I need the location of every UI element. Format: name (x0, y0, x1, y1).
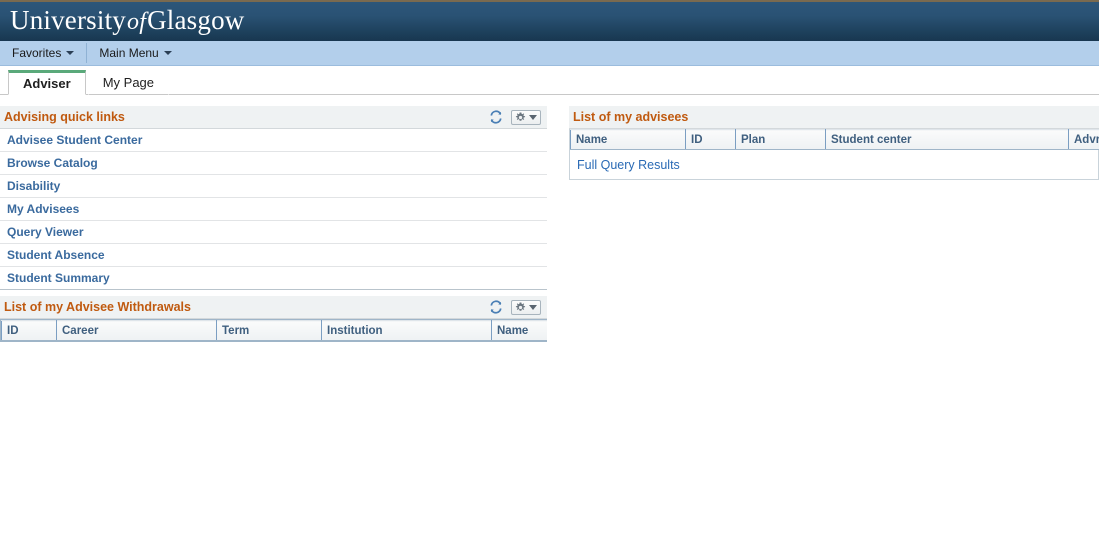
tab-my-page-label: My Page (102, 75, 155, 90)
column-header-advisor-role[interactable]: Advr. R (1068, 129, 1099, 150)
chevron-down-icon (529, 114, 537, 120)
pagelet-toolbar-quick-links (489, 109, 543, 125)
full-query-results-link[interactable]: Full Query Results (577, 158, 680, 172)
advisees-grid: Name ID Plan Student center Advr. R (570, 129, 1099, 150)
menu-item-favorites[interactable]: Favorites (0, 41, 86, 65)
table-header-row: ID Career Term Institution Name (1, 320, 547, 341)
pagelet-header-quick-links: Advising quick links (0, 106, 547, 129)
chevron-down-icon (529, 304, 537, 310)
refresh-icon[interactable] (489, 300, 503, 314)
quick-link-student-absence[interactable]: Student Absence (7, 248, 105, 262)
pagelet-header-advisees: List of my advisees (569, 106, 1099, 129)
logo-text-glasgow: Glasgow (147, 5, 245, 35)
list-item[interactable]: Student Absence (0, 244, 547, 267)
refresh-icon[interactable] (489, 110, 503, 124)
tab-bar: Adviser My Page (0, 66, 1099, 95)
list-item[interactable]: Disability (0, 175, 547, 198)
gear-icon (515, 302, 526, 311)
withdrawals-table: ID Career Term Institution Name (1, 320, 547, 341)
pagelet-settings-button-quick-links[interactable] (511, 109, 541, 125)
column-header-name[interactable]: Name (491, 320, 547, 341)
advisees-table: Name ID Plan Student center Advr. R (570, 129, 1099, 150)
pagelet-toolbar-withdrawals (489, 299, 543, 315)
table-header-row: Name ID Plan Student center Advr. R (570, 129, 1099, 150)
pagelet-advisee-withdrawals: List of my Advisee Withdrawals ID Career… (0, 296, 547, 342)
logo-text-university: University (10, 5, 126, 35)
list-item[interactable]: My Advisees (0, 198, 547, 221)
pagelet-title-quick-links: Advising quick links (4, 110, 125, 124)
quick-link-disability[interactable]: Disability (7, 179, 60, 193)
pagelet-settings-button-withdrawals[interactable] (511, 299, 541, 315)
list-item[interactable]: Query Viewer (0, 221, 547, 244)
pagelet-title-advisees: List of my advisees (573, 110, 689, 124)
list-item[interactable]: Browse Catalog (0, 152, 547, 175)
tab-adviser[interactable]: Adviser (8, 70, 86, 95)
menu-item-main-menu[interactable]: Main Menu (87, 41, 183, 65)
right-column: List of my advisees Name ID Plan Student… (569, 106, 1099, 342)
gear-icon (515, 112, 526, 121)
pagelet-list-of-my-advisees: List of my advisees Name ID Plan Student… (569, 106, 1099, 180)
column-header-career[interactable]: Career (56, 320, 217, 341)
menu-item-main-menu-label: Main Menu (99, 46, 159, 60)
withdrawals-grid: ID Career Term Institution Name (0, 319, 547, 342)
column-header-name[interactable]: Name (570, 129, 686, 150)
column-header-institution[interactable]: Institution (321, 320, 492, 341)
column-header-plan[interactable]: Plan (735, 129, 826, 150)
logo-text-of: of (127, 9, 147, 35)
tab-my-page[interactable]: My Page (87, 70, 170, 95)
page-content: Advising quick links Advisee Student Cen… (0, 95, 1099, 342)
tab-adviser-label: Adviser (23, 76, 71, 91)
pagelet-header-withdrawals: List of my Advisee Withdrawals (0, 296, 547, 319)
column-header-term[interactable]: Term (216, 320, 322, 341)
advisees-grid-footer: Full Query Results (570, 150, 1098, 179)
chevron-down-icon (66, 51, 75, 55)
quick-link-advisee-student-center[interactable]: Advisee Student Center (7, 133, 142, 147)
branding-header: UniversityofGlasgow (0, 0, 1099, 41)
quick-link-query-viewer[interactable]: Query Viewer (7, 225, 84, 239)
pagelet-advising-quick-links: Advising quick links Advisee Student Cen… (0, 106, 547, 290)
column-header-id[interactable]: ID (685, 129, 736, 150)
quick-links-list: Advisee Student Center Browse Catalog Di… (0, 129, 547, 290)
university-logo: UniversityofGlasgow (10, 5, 244, 36)
quick-link-browse-catalog[interactable]: Browse Catalog (7, 156, 98, 170)
main-navigation-bar: Favorites Main Menu (0, 41, 1099, 66)
column-header-student-center[interactable]: Student center (825, 129, 1069, 150)
quick-link-my-advisees[interactable]: My Advisees (7, 202, 79, 216)
menu-item-favorites-label: Favorites (12, 46, 62, 60)
chevron-down-icon (163, 51, 172, 55)
left-column: Advising quick links Advisee Student Cen… (0, 106, 547, 342)
quick-link-student-summary[interactable]: Student Summary (7, 271, 110, 285)
advisees-panel-body: Name ID Plan Student center Advr. R Full… (569, 129, 1099, 180)
list-item[interactable]: Advisee Student Center (0, 129, 547, 152)
column-header-id[interactable]: ID (1, 320, 57, 341)
list-item[interactable]: Student Summary (0, 267, 547, 290)
pagelet-title-withdrawals: List of my Advisee Withdrawals (4, 300, 191, 314)
